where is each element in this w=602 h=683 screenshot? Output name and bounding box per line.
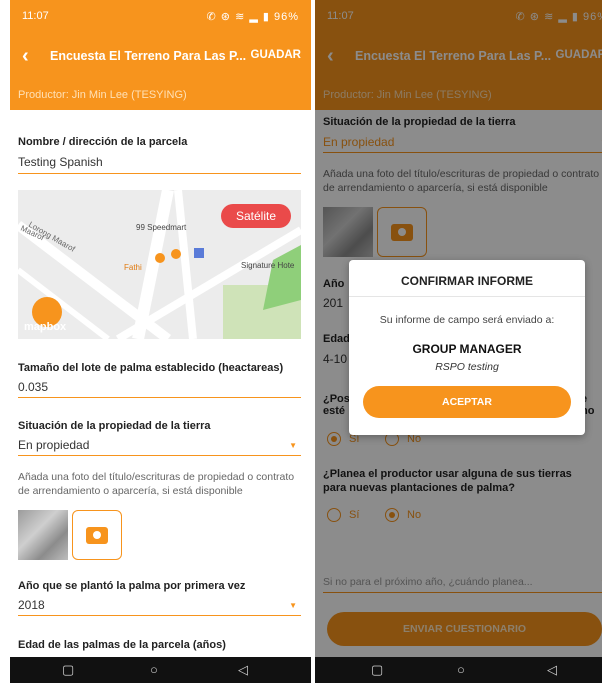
palm-age-label: Edad de las palmas de la parcela (años): [18, 639, 226, 651]
producer-name: Productor: Jin Min Lee (TESYING): [18, 89, 187, 101]
parcel-label: Nombre / dirección de la parcela: [18, 136, 188, 148]
recents-icon[interactable]: ▢: [62, 662, 74, 678]
planted-year-label: Año que se plantó la palma por primera v…: [18, 580, 246, 592]
camera-icon: [86, 527, 108, 544]
survey-title: Encuesta El Terreno Para Las P...: [50, 49, 247, 63]
dialog-message: Su informe de campo será enviado a:: [379, 314, 555, 326]
camera-button[interactable]: [72, 510, 122, 560]
lot-size-underline: [18, 397, 301, 398]
parcel-input[interactable]: Testing Spanish: [18, 155, 103, 169]
app-bar: ‹ Encuesta El Terreno Para Las P... GUAD…: [10, 32, 311, 82]
map-view[interactable]: Lorong Maarof Maarof 99 Speedmart Fathi …: [18, 190, 301, 339]
status-icons: ✆ ⊛ ≋ ▂ ▮ 96%: [206, 11, 299, 23]
map-label-speedmart: 99 Speedmart: [136, 223, 187, 232]
save-button[interactable]: GUADAR: [251, 49, 301, 61]
accept-button[interactable]: ACEPTAR: [363, 386, 571, 418]
ownership-select[interactable]: En propiedad: [18, 438, 89, 452]
map-pin-icon: [155, 253, 165, 263]
left-screen: 11:07 ✆ ⊛ ≋ ▂ ▮ 96% ‹ Encuesta El Terren…: [10, 0, 311, 683]
dialog-divider: [349, 296, 585, 297]
back-nav-icon[interactable]: ◁: [238, 662, 248, 678]
planted-year-select[interactable]: 2018: [18, 598, 45, 612]
photo-hint: Añada una foto del título/escrituras de …: [18, 471, 295, 497]
map-label-fathi: Fathi: [124, 263, 142, 272]
dropdown-caret-icon: ▼: [289, 441, 297, 450]
back-nav-icon[interactable]: ◁: [547, 662, 557, 678]
photo-thumbnail[interactable]: [18, 510, 68, 560]
lot-size-label: Tamaño del lote de palma establecido (he…: [18, 362, 284, 374]
back-arrow-icon[interactable]: ‹: [22, 45, 29, 68]
dialog-title: CONFIRMAR INFORME: [401, 274, 533, 288]
map-pin-icon: [171, 249, 181, 259]
bus-stop-icon: [194, 248, 204, 258]
dialog-group-name: GROUP MANAGER: [412, 342, 522, 356]
parcel-underline: [18, 173, 301, 174]
status-time: 11:07: [22, 10, 49, 22]
ownership-label: Situación de la propiedad de la tierra: [18, 420, 211, 432]
android-nav-bar: ▢ ○ ◁: [10, 657, 311, 683]
home-icon[interactable]: ○: [457, 662, 465, 677]
recents-icon[interactable]: ▢: [371, 662, 383, 678]
dialog-subgroup: RSPO testing: [435, 361, 499, 373]
right-screen: 11:07 ✆ ⊛ ≋ ▂ ▮ 96% ‹ Encuesta El Terren…: [315, 0, 602, 683]
satellite-toggle-button[interactable]: Satélite: [221, 204, 291, 228]
lot-size-input[interactable]: 0.035: [18, 380, 48, 394]
home-icon[interactable]: ○: [150, 662, 158, 677]
mapbox-logo: mapbox: [24, 321, 67, 333]
ownership-underline: [18, 455, 301, 456]
map-label-signature: Signature Hote: [241, 261, 295, 270]
planted-year-underline: [18, 615, 301, 616]
producer-bar: Productor: Jin Min Lee (TESYING): [10, 82, 311, 110]
status-bar: 11:07 ✆ ⊛ ≋ ▂ ▮ 96%: [10, 0, 311, 32]
android-nav-bar: ▢ ○ ◁: [315, 657, 602, 683]
confirm-report-dialog: CONFIRMAR INFORME Su informe de campo se…: [349, 260, 585, 435]
dropdown-caret-icon: ▼: [289, 601, 297, 610]
